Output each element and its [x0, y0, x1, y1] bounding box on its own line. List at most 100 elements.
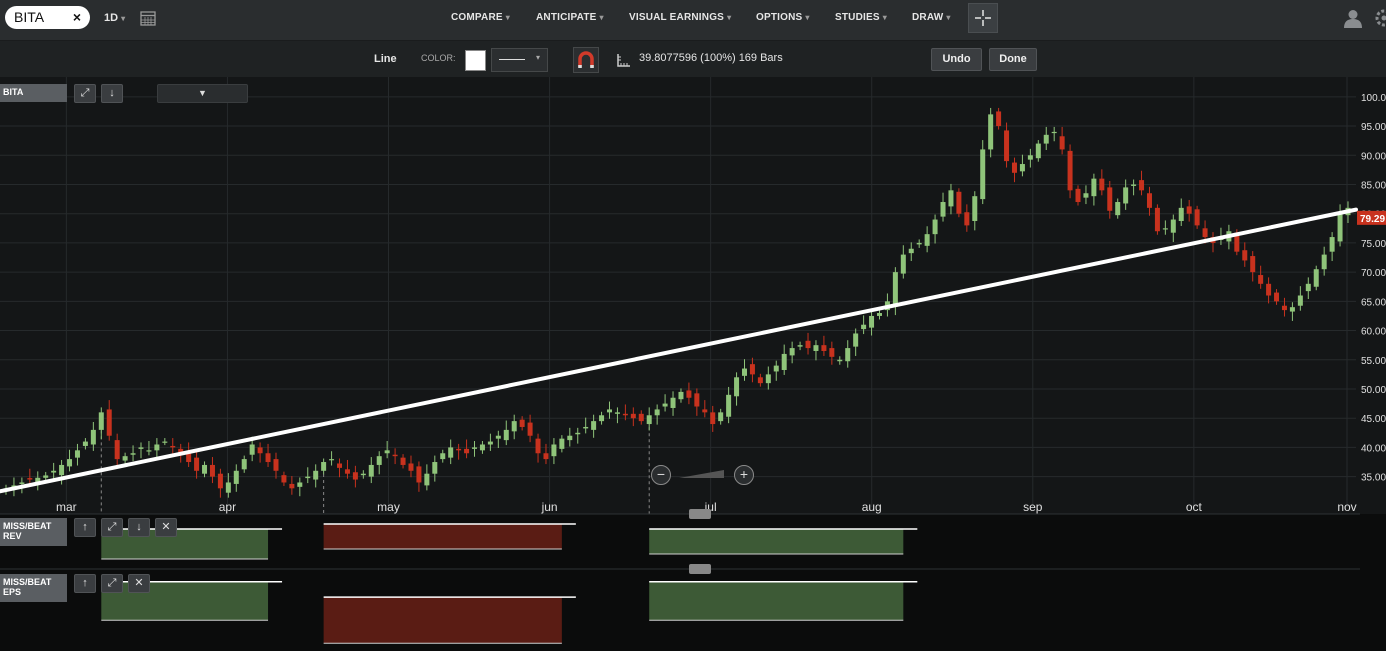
candle-body: [1242, 250, 1248, 261]
candle-body: [908, 248, 914, 254]
rev-move-down-button[interactable]: ↓: [128, 518, 150, 537]
y-tick-label: 90.00: [1361, 151, 1386, 162]
candle-body: [614, 412, 620, 414]
y-tick-label: 100.00: [1361, 93, 1386, 104]
candle-body: [1019, 164, 1025, 172]
rev-close-button[interactable]: ✕: [155, 518, 177, 537]
candle-body: [106, 409, 112, 436]
x-tick-label: may: [377, 500, 400, 514]
expand-button[interactable]: ⤢: [74, 84, 96, 103]
candle-body: [1170, 219, 1176, 233]
zoom-in-button[interactable]: +: [734, 465, 754, 485]
panel-resize-handle[interactable]: [689, 509, 711, 519]
menu-anticipate[interactable]: ANTICIPATE ▾: [536, 12, 604, 23]
chevron-down-icon: ▾: [599, 13, 604, 22]
menu-studies[interactable]: STUDIES ▾: [835, 12, 887, 23]
undo-button[interactable]: Undo: [931, 48, 982, 71]
close-icon: ✕: [134, 577, 144, 589]
color-label: COLOR:: [421, 53, 456, 63]
candle-body: [313, 470, 319, 480]
candle-body: [1266, 283, 1272, 296]
candle-body: [718, 412, 724, 422]
gear-icon[interactable]: [1374, 8, 1386, 28]
earnings-bar: [101, 581, 269, 621]
earnings-bar: [649, 581, 904, 621]
done-button[interactable]: Done: [989, 48, 1037, 71]
rev-move-up-button[interactable]: ↑: [74, 518, 96, 537]
candle-body: [892, 272, 898, 306]
candle-body: [932, 219, 938, 235]
candle-body: [1139, 180, 1145, 191]
menu-options[interactable]: OPTIONS ▾: [756, 12, 810, 23]
candle-body: [456, 448, 462, 451]
move-down-button[interactable]: ↓: [101, 84, 123, 103]
magnet-icon: [578, 51, 594, 68]
y-tick-label: 85.00: [1361, 180, 1386, 191]
candle-body: [321, 462, 327, 471]
candle-body: [273, 459, 279, 471]
candle-body: [599, 415, 605, 422]
candle-body: [924, 234, 930, 246]
candle-body: [1091, 178, 1097, 197]
candle-body: [1083, 193, 1089, 198]
arrow-up-icon: ↑: [82, 577, 88, 589]
chevron-down-icon: ▾: [805, 13, 810, 22]
arrow-down-icon: ↓: [136, 521, 142, 533]
candle-body: [1123, 187, 1129, 204]
zoom-out-button[interactable]: −: [651, 465, 671, 485]
candle-body: [424, 473, 430, 486]
candle-body: [1059, 136, 1065, 150]
candle-body: [1027, 155, 1033, 160]
candle-body: [956, 191, 962, 214]
symbol-input[interactable]: BITA ×: [5, 6, 90, 29]
chevron-down-icon: ▾: [727, 13, 732, 22]
color-swatch[interactable]: [465, 50, 486, 71]
candle-body: [154, 444, 160, 451]
y-tick-label: 40.00: [1361, 443, 1386, 454]
eps-expand-button[interactable]: ⤢: [101, 574, 123, 593]
magnet-button[interactable]: [573, 47, 599, 73]
drawing-toolbar: Line COLOR: ▾ 39.8077596 (100%) 169 Bars…: [0, 41, 1386, 77]
minus-icon: −: [656, 466, 666, 482]
candle-body: [194, 457, 200, 471]
close-icon: ✕: [161, 521, 171, 533]
candle-body: [702, 409, 708, 413]
eps-panel-label: MISS/BEAT EPS: [0, 574, 67, 602]
calendar-icon[interactable]: [140, 10, 156, 26]
y-tick-label: 50.00: [1361, 385, 1386, 396]
panel-dropdown[interactable]: ▼: [157, 84, 248, 103]
panel-resize-handle[interactable]: [689, 564, 711, 574]
candle-body: [511, 421, 517, 432]
menu-compare[interactable]: COMPARE ▾: [451, 12, 510, 23]
eps-panel-label-line2: EPS: [3, 587, 22, 597]
clear-icon[interactable]: ×: [73, 9, 81, 25]
candle-body: [464, 448, 470, 454]
candle-body: [1297, 295, 1303, 306]
candle-body: [861, 324, 867, 330]
y-tick-label: 65.00: [1361, 297, 1386, 308]
user-icon[interactable]: [1343, 8, 1363, 28]
x-tick-label: jun: [541, 500, 558, 514]
candle-body: [837, 359, 843, 362]
crosshair-button[interactable]: [968, 3, 998, 33]
eps-close-button[interactable]: ✕: [128, 574, 150, 593]
candle-body: [622, 413, 628, 416]
eps-panel-label-line1: MISS/BEAT: [3, 577, 52, 587]
rev-expand-button[interactable]: ⤢: [101, 518, 123, 537]
candle-body: [551, 444, 557, 457]
arrow-down-icon: ↓: [109, 87, 115, 99]
eps-move-up-button[interactable]: ↑: [74, 574, 96, 593]
y-tick-label: 55.00: [1361, 356, 1386, 367]
candle-body: [1186, 206, 1192, 214]
line-style-dropdown[interactable]: ▾: [491, 48, 548, 72]
candle-body: [241, 459, 247, 470]
candle-body: [51, 470, 57, 473]
period-selector[interactable]: 1D ▾: [104, 12, 125, 24]
menu-draw[interactable]: DRAW ▾: [912, 12, 951, 23]
chevron-down-icon: ▼: [198, 88, 207, 98]
candle-body: [122, 456, 128, 461]
menu-visual-earnings[interactable]: VISUAL EARNINGS ▾: [629, 12, 731, 23]
candle-body: [82, 441, 88, 446]
candle-body: [845, 348, 851, 362]
zoom-slider[interactable]: [679, 469, 724, 479]
